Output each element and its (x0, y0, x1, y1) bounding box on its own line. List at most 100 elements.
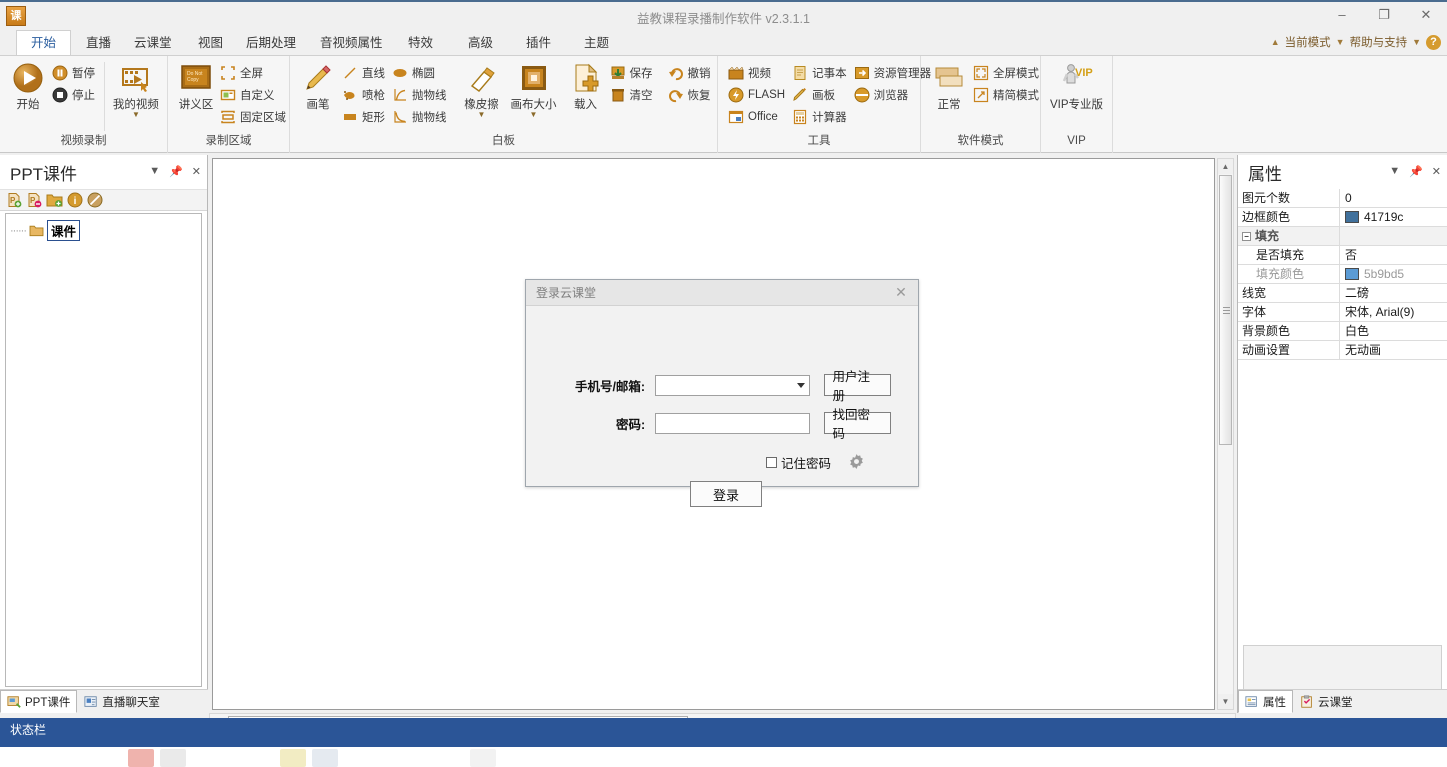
property-value[interactable]: 无动画 (1340, 341, 1447, 359)
maximize-button[interactable]: ❐ (1363, 1, 1405, 29)
tab-av-properties[interactable]: 音视频属性 (306, 30, 397, 56)
flash-tool-button[interactable]: FLASH (726, 84, 790, 106)
vip-pro-button[interactable]: VIP VIP专业版 (1047, 60, 1106, 114)
ellipse-button[interactable]: 椭圆 (390, 62, 452, 84)
tab-effects[interactable]: 特效 (394, 30, 447, 56)
collapse-icon[interactable]: − (1242, 231, 1251, 241)
chevron-down-icon-mode[interactable]: ▼ (1336, 37, 1345, 47)
tab-advanced[interactable]: 高级 (454, 30, 507, 56)
close-button[interactable]: ✕ (1405, 1, 1447, 29)
tab-theme[interactable]: 主题 (570, 30, 623, 56)
canvas-size-button[interactable]: 画布大小 ▼ (511, 60, 557, 120)
property-value-wrap[interactable]: 41719c (1340, 208, 1447, 226)
property-value[interactable]: 白色 (1340, 322, 1447, 340)
property-value[interactable]: 二磅 (1340, 284, 1447, 302)
tab-view[interactable]: 视图 (184, 30, 237, 56)
tree-item-root[interactable]: ······ 课件 (10, 220, 197, 241)
property-value-wrap[interactable]: 5b9bd5 (1340, 265, 1447, 283)
redo-button[interactable]: 恢复 (666, 84, 716, 106)
minimize-button[interactable]: – (1321, 1, 1363, 29)
chevron-down-icon-help[interactable]: ▼ (1412, 37, 1421, 47)
property-value[interactable]: 宋体, Arial(9) (1340, 303, 1447, 321)
close-icon[interactable]: ✕ (192, 165, 201, 178)
table-row[interactable]: 是否填充 否 (1238, 246, 1447, 265)
clear-button[interactable]: 清空 (608, 84, 658, 106)
disable-icon[interactable] (87, 192, 103, 208)
ppt-tree[interactable]: ······ 课件 (5, 213, 202, 687)
remember-password-checkbox[interactable] (766, 456, 777, 468)
tab-post-processing[interactable]: 后期处理 (232, 30, 310, 56)
help-support-label[interactable]: 帮助与支持 (1350, 34, 1408, 50)
undo-button[interactable]: 撤销 (666, 62, 716, 84)
add-folder-icon[interactable] (46, 192, 63, 208)
notepad-tool-button[interactable]: 记事本 (790, 62, 852, 84)
table-row[interactable]: 动画设置 无动画 (1238, 341, 1447, 360)
pause-button[interactable]: 暂停 (50, 62, 100, 84)
stop-button[interactable]: 停止 (50, 84, 100, 106)
taskbar-item[interactable] (128, 749, 154, 767)
scroll-up-arrow[interactable]: ▲ (1218, 159, 1233, 174)
canvas-vertical-scrollbar[interactable]: ▲ ▼ (1217, 158, 1234, 710)
color-swatch-border[interactable] (1345, 211, 1359, 223)
right-tab-properties[interactable]: 属性 (1238, 690, 1293, 713)
taskbar-item[interactable] (160, 749, 186, 767)
settings-button[interactable] (845, 451, 867, 473)
chevron-down-icon[interactable]: ▼ (1389, 165, 1400, 178)
spray-button[interactable]: 喷枪 (340, 84, 390, 106)
color-swatch-fill[interactable] (1345, 268, 1359, 280)
parabola-down-button[interactable]: 抛物线 (390, 106, 452, 128)
fullscreen-mode-button[interactable]: 全屏模式 (971, 62, 1044, 84)
table-row-group-fill[interactable]: − 填充 (1238, 227, 1447, 246)
remove-ppt-icon[interactable]: P (26, 192, 42, 208)
info-icon[interactable]: i (67, 192, 83, 208)
pen-button[interactable]: 画笔 (296, 60, 340, 114)
login-button[interactable]: 登录 (690, 481, 762, 507)
right-tab-cloud-class[interactable]: 云课堂 (1293, 691, 1360, 713)
vertical-scroll-thumb[interactable] (1219, 175, 1232, 445)
phone-input[interactable] (655, 374, 810, 396)
rectangle-button[interactable]: 矩形 (340, 106, 390, 128)
pin-icon[interactable]: 📌 (1409, 165, 1423, 178)
tab-cloud-class[interactable]: 云课堂 (120, 30, 186, 56)
tab-plugins[interactable]: 插件 (512, 30, 565, 56)
normal-mode-button[interactable]: 正常 (927, 60, 971, 114)
pin-icon[interactable]: 📌 (169, 165, 183, 178)
fixed-area-button[interactable]: 固定区域 (218, 106, 291, 128)
current-mode-label[interactable]: 当前模式 (1285, 34, 1331, 50)
save-button[interactable]: 保存 (608, 62, 658, 84)
office-tool-button[interactable]: Office (726, 106, 790, 128)
chevron-up-icon[interactable]: ▲ (1271, 37, 1280, 47)
my-video-button[interactable]: 我的视频 ▼ (111, 60, 161, 120)
table-row[interactable]: 边框颜色 41719c (1238, 208, 1447, 227)
paintboard-tool-button[interactable]: 画板 (790, 84, 852, 106)
forgot-password-button[interactable]: 找回密码 (823, 408, 891, 441)
tab-start[interactable]: 开始 (16, 30, 72, 56)
chevron-down-icon[interactable]: ▼ (132, 111, 140, 119)
fullscreen-button[interactable]: 全屏 (218, 62, 291, 84)
load-button[interactable]: 载入 (564, 60, 608, 114)
video-tool-button[interactable]: 视频 (726, 62, 790, 84)
table-row[interactable]: 背景颜色 白色 (1238, 322, 1447, 341)
scroll-down-arrow[interactable]: ▼ (1218, 694, 1233, 709)
taskbar-item[interactable] (470, 749, 496, 767)
line-button[interactable]: 直线 (340, 62, 390, 84)
tab-live[interactable]: 直播 (72, 30, 125, 56)
parabola-up-button[interactable]: 抛物线 (390, 84, 452, 106)
left-tab-chatroom[interactable]: 直播聊天室 (77, 691, 167, 713)
close-icon[interactable]: ✕ (1432, 165, 1441, 178)
help-icon[interactable]: ? (1426, 34, 1441, 50)
register-button[interactable]: 用户注册 (823, 370, 891, 403)
left-tab-ppt[interactable]: PPT课件 (0, 690, 78, 713)
chevron-down-icon[interactable]: ▼ (478, 111, 486, 119)
compact-mode-button[interactable]: 精简模式 (971, 84, 1044, 106)
table-row[interactable]: 字体 宋体, Arial(9) (1238, 303, 1447, 322)
taskbar-item[interactable] (280, 749, 306, 767)
custom-area-button[interactable]: 自定义 (218, 84, 291, 106)
property-value[interactable]: 0 (1340, 189, 1447, 207)
calculator-tool-button[interactable]: 计算器 (790, 106, 852, 128)
table-row[interactable]: 图元个数 0 (1238, 189, 1447, 208)
lecture-area-button[interactable]: Do Not Copy 讲义区 (174, 60, 218, 114)
eraser-button[interactable]: 橡皮擦 ▼ (460, 60, 504, 120)
password-input[interactable] (655, 412, 810, 434)
chevron-down-icon[interactable]: ▼ (530, 111, 538, 119)
